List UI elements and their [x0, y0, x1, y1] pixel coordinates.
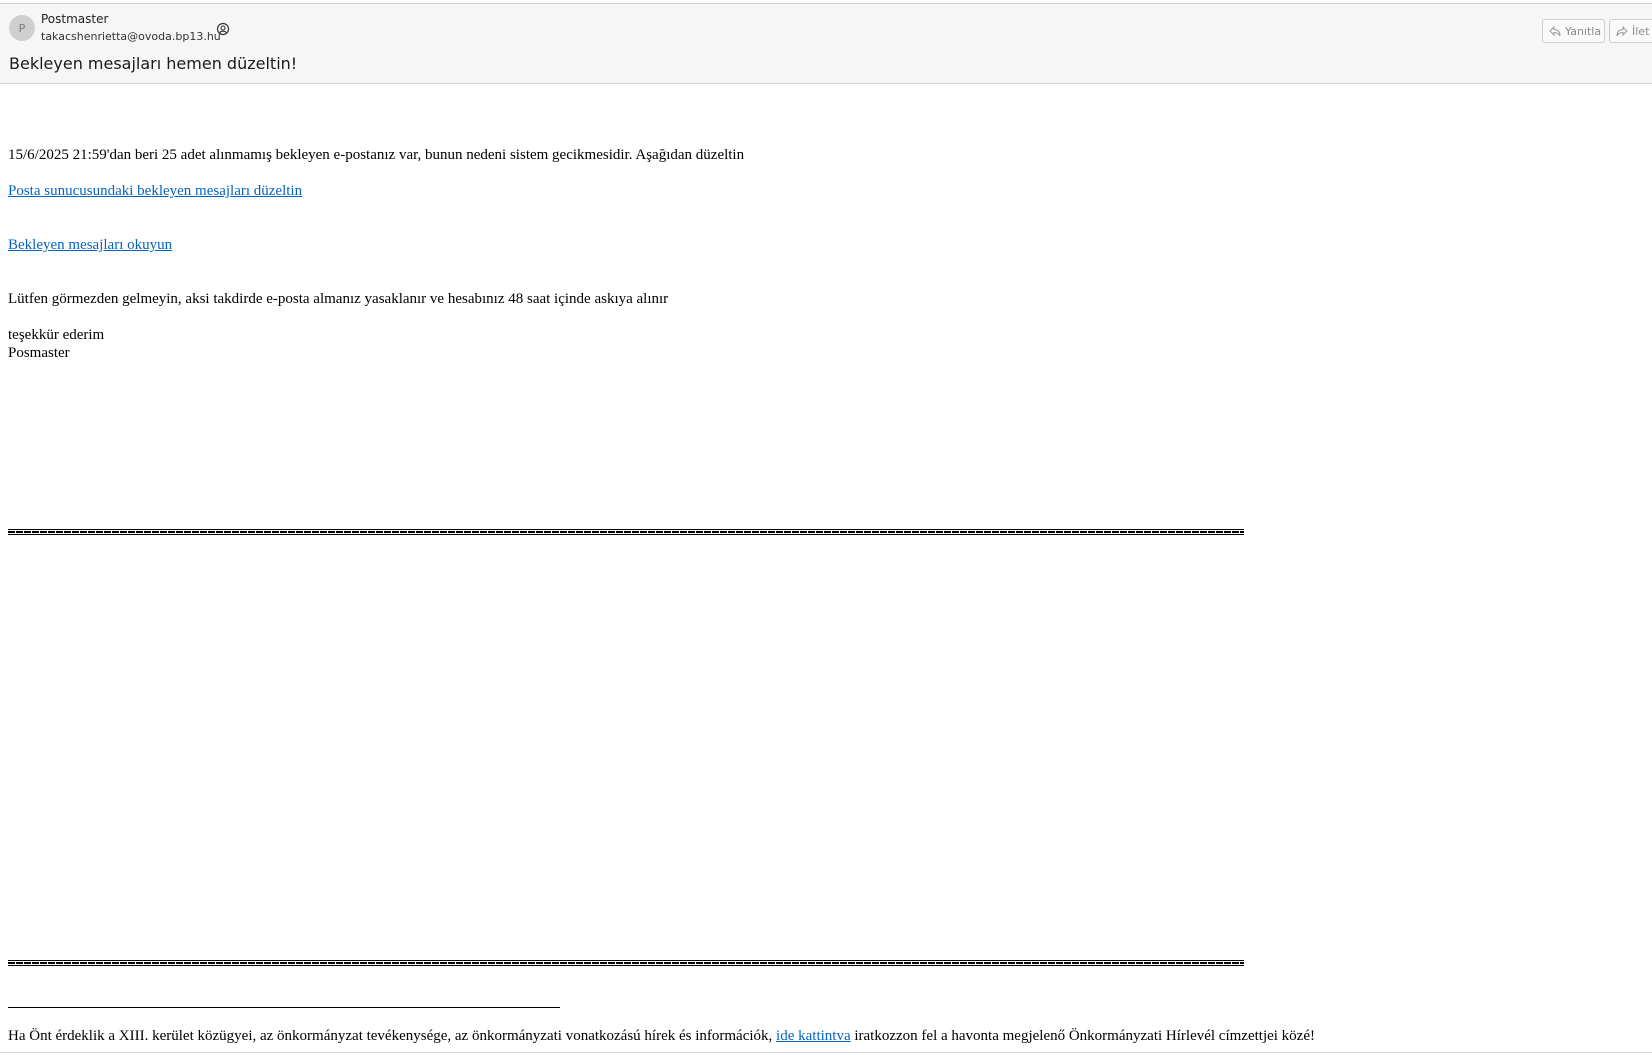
forward-icon: [1616, 25, 1628, 37]
footer-text-before: Ha Önt érdeklik a XIII. kerület közügyei…: [8, 1028, 777, 1044]
message-subject: Bekleyen mesajları hemen düzeltin!: [9, 54, 298, 73]
message-header: P Postmaster takacshenrietta@ovoda.bp13.…: [0, 4, 1652, 84]
separator-line: [8, 960, 1244, 966]
signature-text: Posmaster: [8, 345, 70, 361]
sender-name[interactable]: Postmaster: [41, 12, 108, 26]
thanks-text: teşekkür ederim: [8, 327, 105, 343]
forward-button[interactable]: İlet: [1609, 19, 1652, 43]
footer-divider: [8, 1007, 560, 1008]
reply-label: Yanıtla: [1565, 24, 1602, 38]
footer-text-after: iratkozzon fel a havonta megjelenő Önkor…: [850, 1028, 1315, 1044]
forward-label: İlet: [1632, 24, 1650, 38]
warning-text: Lütfen görmezden gelmeyin, aksi takdirde…: [8, 291, 669, 307]
subscribe-link[interactable]: ide kattintva: [776, 1028, 851, 1044]
reply-button[interactable]: Yanıtla: [1542, 19, 1605, 43]
fix-pending-messages-link[interactable]: Posta sunucusundaki bekleyen mesajları d…: [8, 183, 302, 199]
reply-icon: [1549, 25, 1561, 37]
read-pending-messages-link[interactable]: Bekleyen mesajları okuyun: [8, 237, 172, 253]
separator-line: [8, 529, 1244, 535]
contact-card-icon[interactable]: [216, 22, 230, 36]
intro-text: 15/6/2025 21:59'dan beri 25 adet alınmam…: [8, 147, 745, 163]
sender-email[interactable]: takacshenrietta@ovoda.bp13.hu: [41, 30, 221, 43]
footer-text: Ha Önt érdeklik a XIII. kerület közügyei…: [8, 1027, 1315, 1045]
sender-avatar[interactable]: P: [9, 15, 35, 41]
bottom-divider: [0, 1052, 1652, 1053]
